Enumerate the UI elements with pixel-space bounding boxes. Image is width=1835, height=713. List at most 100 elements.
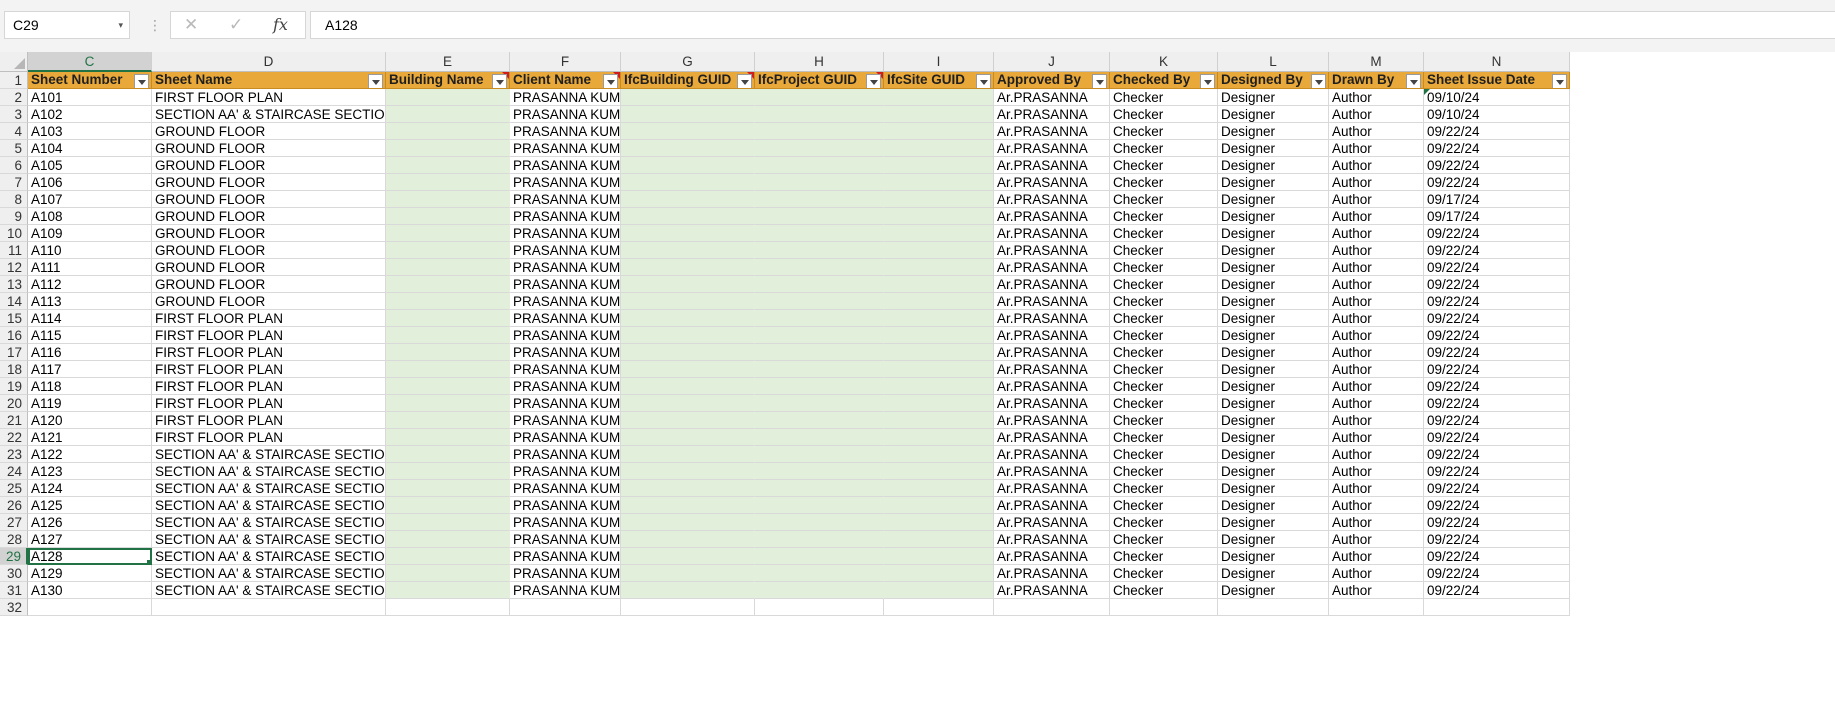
table-cell[interactable] bbox=[386, 310, 510, 327]
table-cell[interactable]: PRASANNA KUMAR bbox=[510, 123, 621, 140]
table-cell[interactable]: A102 bbox=[28, 106, 152, 123]
table-cell[interactable]: A110 bbox=[28, 242, 152, 259]
table-cell[interactable]: Ar.PRASANNA bbox=[994, 446, 1110, 463]
table-cell[interactable] bbox=[1424, 599, 1570, 616]
table-cell[interactable]: Designer bbox=[1218, 276, 1329, 293]
table-cell[interactable]: Checker bbox=[1110, 497, 1218, 514]
table-cell[interactable] bbox=[386, 361, 510, 378]
table-cell[interactable]: Checker bbox=[1110, 429, 1218, 446]
table-cell[interactable]: A115 bbox=[28, 327, 152, 344]
table-cell[interactable]: Designer bbox=[1218, 429, 1329, 446]
table-cell[interactable]: Author bbox=[1329, 174, 1424, 191]
table-cell[interactable]: PRASANNA KUMAR bbox=[510, 514, 621, 531]
table-cell[interactable]: Checker bbox=[1110, 361, 1218, 378]
table-cell[interactable] bbox=[884, 446, 994, 463]
table-cell[interactable] bbox=[884, 89, 994, 106]
table-cell[interactable]: PRASANNA KUMAR bbox=[510, 259, 621, 276]
table-cell[interactable] bbox=[386, 191, 510, 208]
table-cell[interactable]: A113 bbox=[28, 293, 152, 310]
table-cell[interactable] bbox=[755, 191, 884, 208]
table-cell[interactable] bbox=[884, 599, 994, 616]
table-cell[interactable] bbox=[621, 344, 755, 361]
table-cell[interactable] bbox=[621, 531, 755, 548]
table-cell[interactable] bbox=[386, 548, 510, 565]
table-cell[interactable]: Ar.PRASANNA bbox=[994, 344, 1110, 361]
table-cell[interactable] bbox=[755, 259, 884, 276]
table-cell[interactable]: 09/22/24 bbox=[1424, 123, 1570, 140]
table-cell[interactable] bbox=[386, 157, 510, 174]
table-cell[interactable] bbox=[1329, 599, 1424, 616]
table-cell[interactable]: A119 bbox=[28, 395, 152, 412]
table-cell[interactable]: Designer bbox=[1218, 293, 1329, 310]
table-cell[interactable]: Ar.PRASANNA bbox=[994, 565, 1110, 582]
row-header[interactable]: 21 bbox=[0, 412, 28, 429]
row-header[interactable]: 3 bbox=[0, 106, 28, 123]
table-cell[interactable] bbox=[884, 531, 994, 548]
table-cell[interactable] bbox=[386, 497, 510, 514]
table-cell[interactable] bbox=[755, 446, 884, 463]
row-header[interactable]: 22 bbox=[0, 429, 28, 446]
table-cell[interactable]: 09/22/24 bbox=[1424, 378, 1570, 395]
row-header[interactable]: 30 bbox=[0, 565, 28, 582]
chevron-down-icon[interactable]: ▾ bbox=[118, 12, 123, 38]
table-cell[interactable]: Ar.PRASANNA bbox=[994, 531, 1110, 548]
table-cell[interactable]: Designer bbox=[1218, 412, 1329, 429]
table-cell[interactable] bbox=[621, 429, 755, 446]
table-cell[interactable]: Designer bbox=[1218, 225, 1329, 242]
table-cell[interactable]: PRASANNA KUMAR bbox=[510, 446, 621, 463]
table-cell[interactable] bbox=[28, 599, 152, 616]
table-cell[interactable] bbox=[755, 480, 884, 497]
table-cell[interactable]: PRASANNA KUMAR bbox=[510, 310, 621, 327]
table-cell[interactable]: Checker bbox=[1110, 514, 1218, 531]
table-cell[interactable]: Ar.PRASANNA bbox=[994, 89, 1110, 106]
table-cell[interactable] bbox=[386, 395, 510, 412]
table-cell[interactable]: Designer bbox=[1218, 157, 1329, 174]
table-cell[interactable]: Checker bbox=[1110, 106, 1218, 123]
table-cell[interactable]: Designer bbox=[1218, 310, 1329, 327]
table-cell[interactable]: Designer bbox=[1218, 344, 1329, 361]
table-cell[interactable] bbox=[386, 106, 510, 123]
column-header-m[interactable]: M bbox=[1329, 52, 1424, 72]
table-cell[interactable]: Author bbox=[1329, 123, 1424, 140]
table-cell[interactable]: A111 bbox=[28, 259, 152, 276]
table-cell[interactable]: A105 bbox=[28, 157, 152, 174]
table-cell[interactable]: GROUND FLOOR bbox=[152, 174, 386, 191]
table-cell[interactable] bbox=[884, 242, 994, 259]
table-cell[interactable]: Designer bbox=[1218, 480, 1329, 497]
table-cell[interactable]: Ar.PRASANNA bbox=[994, 378, 1110, 395]
table-header-cell[interactable]: Sheet Issue Date bbox=[1424, 72, 1570, 89]
table-cell[interactable]: Author bbox=[1329, 310, 1424, 327]
table-cell[interactable]: A127 bbox=[28, 531, 152, 548]
table-cell[interactable]: Ar.PRASANNA bbox=[994, 123, 1110, 140]
table-cell[interactable]: SECTION AA' & STAIRCASE SECTION bbox=[152, 531, 386, 548]
column-header-j[interactable]: J bbox=[994, 52, 1110, 72]
table-cell[interactable]: Checker bbox=[1110, 208, 1218, 225]
table-cell[interactable]: FIRST FLOOR PLAN bbox=[152, 429, 386, 446]
column-header-i[interactable]: I bbox=[884, 52, 994, 72]
table-cell[interactable]: Designer bbox=[1218, 106, 1329, 123]
row-header[interactable]: 6 bbox=[0, 157, 28, 174]
table-cell[interactable]: PRASANNA KUMAR bbox=[510, 361, 621, 378]
table-cell[interactable]: PRASANNA KUMAR bbox=[510, 412, 621, 429]
table-cell[interactable]: GROUND FLOOR bbox=[152, 140, 386, 157]
table-cell[interactable]: A122 bbox=[28, 446, 152, 463]
table-cell[interactable]: 09/22/24 bbox=[1424, 446, 1570, 463]
table-cell[interactable] bbox=[755, 123, 884, 140]
table-cell[interactable]: A104 bbox=[28, 140, 152, 157]
table-cell[interactable]: Author bbox=[1329, 259, 1424, 276]
table-cell[interactable]: Ar.PRASANNA bbox=[994, 480, 1110, 497]
table-cell[interactable]: GROUND FLOOR bbox=[152, 293, 386, 310]
filter-dropdown-icon[interactable] bbox=[737, 74, 752, 88]
table-cell[interactable]: Author bbox=[1329, 497, 1424, 514]
table-cell[interactable]: 09/22/24 bbox=[1424, 548, 1570, 565]
table-cell[interactable]: PRASANNA KUMAR bbox=[510, 565, 621, 582]
table-cell[interactable]: Checker bbox=[1110, 242, 1218, 259]
table-cell[interactable]: Ar.PRASANNA bbox=[994, 548, 1110, 565]
table-cell[interactable]: Author bbox=[1329, 582, 1424, 599]
table-cell[interactable]: Designer bbox=[1218, 191, 1329, 208]
table-cell[interactable]: Ar.PRASANNA bbox=[994, 208, 1110, 225]
table-cell[interactable]: 09/22/24 bbox=[1424, 531, 1570, 548]
table-cell[interactable] bbox=[884, 225, 994, 242]
row-header[interactable]: 23 bbox=[0, 446, 28, 463]
table-cell[interactable] bbox=[386, 463, 510, 480]
